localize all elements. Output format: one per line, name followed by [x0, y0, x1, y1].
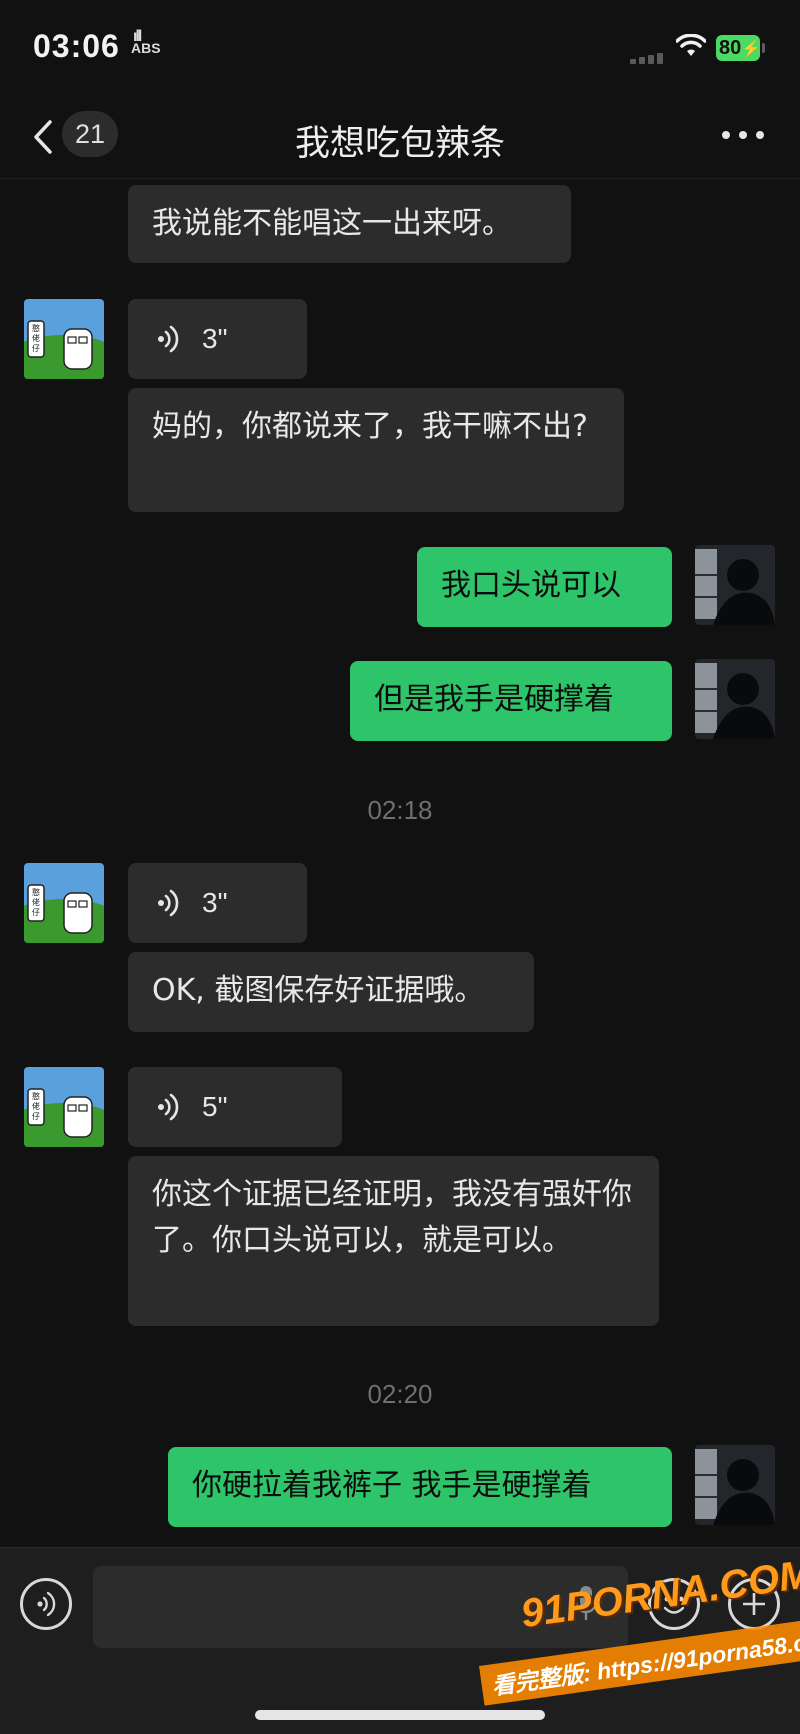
message-text: 但是我手是硬撑着: [374, 682, 614, 717]
incoming-text-message[interactable]: 我说能不能唱这一出来呀。: [128, 185, 571, 263]
my-avatar[interactable]: [695, 659, 775, 739]
voice-wave-icon: [158, 1093, 179, 1121]
my-avatar[interactable]: [695, 545, 775, 625]
message-list[interactable]: 我说能不能唱这一出来呀。 憨 佬 仔 3" 妈的，你都说来了，我干嘛不出? 我口…: [0, 179, 800, 1547]
voice-duration: 3": [202, 887, 228, 918]
message-text: 你这个证据已经证明，我没有强奸你了。你口头说可以，就是可以。: [152, 1177, 632, 1258]
incoming-voice-message[interactable]: 3": [128, 299, 307, 379]
message-text: OK, 截图保存好证据哦。: [152, 973, 485, 1008]
silhouette-avatar-image: [695, 545, 775, 625]
svg-text:仔: 仔: [32, 907, 40, 917]
svg-text:憨: 憨: [32, 1091, 40, 1101]
message-text: 我口头说可以: [441, 568, 621, 603]
voice-toggle-icon: [37, 1591, 56, 1617]
outgoing-text-message[interactable]: 但是我手是硬撑着: [350, 661, 672, 741]
timestamp: 02:20: [367, 1379, 433, 1409]
svg-text:仔: 仔: [32, 1111, 40, 1121]
svg-text:佬: 佬: [32, 897, 40, 907]
watermark-logo: 91PORNA.COM: [518, 1551, 800, 1637]
outgoing-text-message[interactable]: 我口头说可以: [417, 547, 672, 627]
cartoon-avatar-image: 憨 佬 仔: [24, 299, 104, 379]
status-time: 03:06: [33, 28, 120, 64]
silhouette-avatar-image: [695, 659, 775, 739]
cartoon-avatar-image: 憨 佬 仔: [24, 1067, 104, 1147]
more-dots-icon[interactable]: [722, 131, 764, 141]
svg-text:佬: 佬: [32, 333, 40, 343]
incoming-text-message[interactable]: 妈的，你都说来了，我干嘛不出?: [128, 388, 624, 512]
watermark-overlay: 91PORNA.COM 看完整版: https://91porna58.com: [479, 1552, 800, 1730]
battery-indicator: 80⚡: [716, 35, 765, 61]
chat-header: 21 我想吃包辣条: [0, 95, 800, 179]
cartoon-avatar-image: 憨 佬 仔: [24, 863, 104, 943]
timestamp: 02:18: [367, 795, 433, 825]
contact-avatar[interactable]: 憨 佬 仔: [24, 863, 104, 943]
battery-level: 80: [719, 37, 742, 59]
contact-avatar[interactable]: 憨 佬 仔: [24, 1067, 104, 1147]
message-text: 我说能不能唱这一出来呀。: [152, 206, 512, 241]
outgoing-text-message[interactable]: 你硬拉着我裤子 我手是硬撑着: [168, 1447, 672, 1527]
voice-wave-icon: [158, 889, 179, 917]
message-text: 你硬拉着我裤子 我手是硬撑着: [192, 1468, 592, 1503]
contact-avatar[interactable]: 憨 佬 仔: [24, 299, 104, 379]
voice-wave-icon: [158, 325, 179, 353]
carrier-tag: ıll ABS: [131, 28, 161, 56]
voice-duration: 5": [202, 1091, 228, 1122]
carrier-bars-icon: ıll: [133, 28, 142, 45]
silhouette-avatar-image: [695, 1445, 775, 1525]
wifi-icon: [676, 34, 706, 56]
incoming-voice-message[interactable]: 3": [128, 863, 307, 943]
incoming-voice-message[interactable]: 5": [128, 1067, 342, 1147]
status-bar: 03:06 ıll ABS 80⚡: [0, 0, 800, 95]
svg-text:佬: 佬: [32, 1101, 40, 1111]
incoming-text-message[interactable]: 你这个证据已经证明，我没有强奸你了。你口头说可以，就是可以。: [128, 1156, 659, 1326]
voice-duration: 3": [202, 323, 228, 354]
message-text: 妈的，你都说来了，我干嘛不出?: [152, 409, 588, 444]
svg-text:憨: 憨: [32, 887, 40, 897]
signal-icon: [630, 52, 664, 64]
my-avatar[interactable]: [695, 1445, 775, 1525]
incoming-text-message[interactable]: OK, 截图保存好证据哦。: [128, 952, 534, 1032]
chat-title: 我想吃包辣条: [294, 124, 505, 164]
charging-bolt-icon: ⚡: [741, 41, 762, 58]
svg-text:仔: 仔: [32, 343, 40, 353]
voice-toggle-button[interactable]: [20, 1578, 72, 1630]
avatar-sign-text: 憨: [32, 323, 40, 333]
